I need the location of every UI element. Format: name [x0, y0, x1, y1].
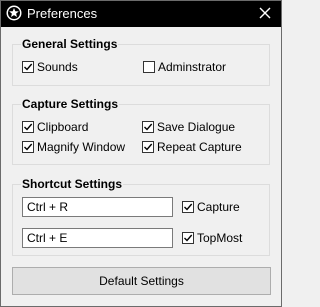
repeat-capture-checkbox[interactable]: Repeat Capture	[142, 140, 242, 154]
window-title: Preferences	[27, 6, 98, 21]
save-dialogue-checkbox[interactable]: Save Dialogue	[142, 120, 235, 134]
magnify-window-checkbox[interactable]: Magnify Window	[22, 140, 125, 154]
topmost-hotkey-input[interactable]	[22, 228, 173, 248]
checkbox-checked[interactable]	[142, 121, 154, 133]
preferences-window: Preferences General Settings Sounds Admi…	[0, 0, 282, 307]
clipboard-checkbox[interactable]: Clipboard	[22, 120, 88, 134]
checkbox-box[interactable]	[143, 61, 155, 73]
shortcut-settings-title: Shortcut Settings	[21, 177, 124, 191]
capture-hotkey-checkbox[interactable]: Capture	[182, 200, 240, 214]
checkbox-checked[interactable]	[182, 232, 194, 244]
sounds-checkbox[interactable]: Sounds	[22, 60, 78, 74]
capture-hotkey-label: Capture	[197, 200, 240, 214]
checkbox-checked[interactable]	[22, 121, 34, 133]
capture-settings-title: Capture Settings	[21, 97, 120, 111]
shortcut-settings-group: Shortcut Settings Capture TopMost	[12, 177, 270, 256]
sounds-label: Sounds	[37, 60, 78, 74]
checkbox-checked[interactable]	[22, 61, 34, 73]
star-badge-icon	[6, 5, 22, 21]
checkbox-checked[interactable]	[22, 141, 34, 153]
repeat-capture-label: Repeat Capture	[157, 140, 242, 154]
capture-hotkey-input[interactable]	[22, 197, 173, 217]
capture-settings-group: Capture Settings Clipboard Save Dialogue…	[12, 97, 270, 165]
general-settings-title: General Settings	[21, 37, 119, 51]
clipboard-label: Clipboard	[37, 120, 89, 134]
title-bar[interactable]: Preferences	[1, 1, 281, 27]
save-dialogue-label: Save Dialogue	[157, 120, 236, 134]
default-settings-button[interactable]: Default Settings	[12, 267, 271, 295]
topmost-checkbox[interactable]: TopMost	[182, 231, 242, 245]
administrator-label: Adminstrator	[158, 60, 227, 74]
checkbox-checked[interactable]	[142, 141, 154, 153]
checkbox-checked[interactable]	[182, 201, 194, 213]
general-settings-group: General Settings Sounds Adminstrator	[12, 37, 270, 86]
magnify-window-label: Magnify Window	[37, 140, 126, 154]
close-button[interactable]	[249, 1, 281, 27]
close-icon	[259, 7, 271, 22]
topmost-label: TopMost	[197, 231, 243, 245]
administrator-checkbox[interactable]: Adminstrator	[143, 60, 226, 74]
